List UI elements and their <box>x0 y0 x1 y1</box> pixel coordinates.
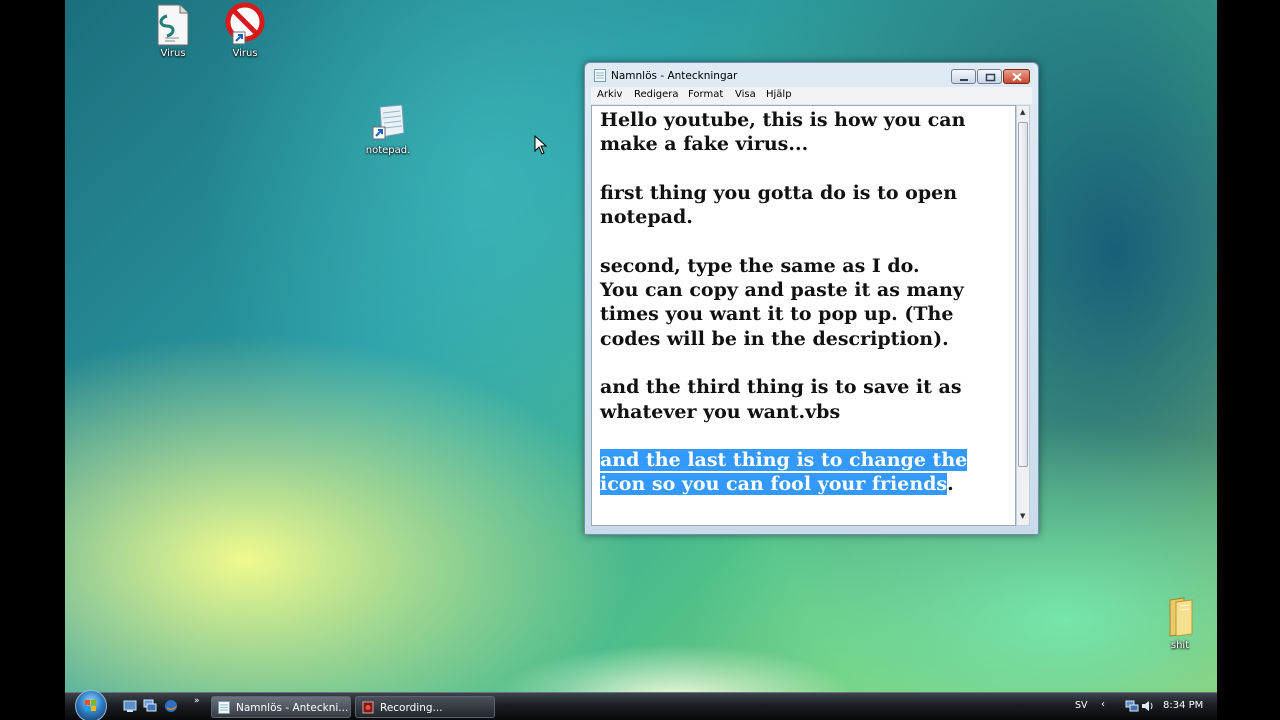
text-line: Hello youtube, this is how you can <box>600 109 966 131</box>
scrollbar-thumb[interactable] <box>1018 122 1028 467</box>
taskbar-button-notepad[interactable]: Namnlös - Anteckni... <box>211 696 351 718</box>
notepad-icon <box>218 701 230 714</box>
text-line: first thing you gotta do is to open <box>600 181 958 204</box>
network-icon[interactable] <box>1125 699 1139 713</box>
desktop-icon-virus-shortcut[interactable]: Virus <box>210 2 280 59</box>
text-line: codes will be in the description). <box>600 327 949 350</box>
desktop-icon-notepad-shortcut[interactable]: notepad. <box>353 103 423 156</box>
window-title: Namnlös - Anteckningar <box>611 70 738 82</box>
text-line: make a fake virus... <box>600 133 809 156</box>
selected-text: and the last thing is to change the <box>600 449 968 472</box>
close-button[interactable] <box>1003 69 1030 84</box>
scroll-up-icon[interactable]: ▲ <box>1020 108 1025 116</box>
desktop-icon-label: Virus <box>160 48 186 59</box>
scroll-down-icon[interactable]: ▼ <box>1020 512 1025 520</box>
maximize-button[interactable] <box>977 69 1002 84</box>
notepad-shortcut-icon <box>372 104 405 140</box>
menu-arkiv[interactable]: Arkiv <box>597 89 622 100</box>
folder-icon <box>1169 597 1193 637</box>
recording-icon <box>362 701 374 714</box>
clock[interactable]: 8:34 PM <box>1163 700 1203 711</box>
show-desktop-icon[interactable] <box>123 699 137 713</box>
selected-text: icon so you can fool your friends <box>600 473 948 496</box>
maximize-icon <box>985 73 996 82</box>
close-icon <box>1012 72 1022 82</box>
desktop-icon-label: notepad. <box>365 145 411 156</box>
taskbar-button-label: Namnlös - Anteckni... <box>236 702 349 714</box>
screen: Virus Virus notepad. shit Namnlös - Ante… <box>0 0 1280 720</box>
menu-redigera[interactable]: Redigera <box>634 89 679 100</box>
text-line: second, type the same as I do. <box>600 254 920 277</box>
editor-text: Hello youtube, this is how you can make … <box>600 108 1010 497</box>
trailing-text: . <box>947 473 954 496</box>
start-button[interactable] <box>75 690 107 720</box>
quick-launch-overflow-icon[interactable]: » <box>194 696 200 706</box>
notepad-window[interactable]: Namnlös - Anteckningar Arkiv Redigera Fo… <box>584 62 1039 535</box>
menu-format[interactable]: Format <box>688 89 723 100</box>
text-line: times you want it to pop up. (The <box>600 303 954 326</box>
text-line: notepad. <box>600 206 693 229</box>
minimize-icon <box>960 79 968 81</box>
volume-icon[interactable] <box>1141 699 1155 713</box>
text-line: and the third thing is to save it as <box>600 376 962 399</box>
desktop-icon-label: shit <box>1170 640 1190 651</box>
menu-bar: Arkiv Redigera Format Visa Hjälp <box>591 87 1032 104</box>
vertical-scrollbar[interactable]: ▲ ▼ <box>1016 105 1030 526</box>
title-bar[interactable]: Namnlös - Anteckningar <box>585 63 1038 87</box>
firefox-icon[interactable] <box>164 699 178 713</box>
show-hidden-icons-icon[interactable]: ‹ <box>1101 699 1105 710</box>
text-line: whatever you want.vbs <box>600 400 841 423</box>
desktop-icon-label: Virus <box>232 48 258 59</box>
text-editor[interactable]: Hello youtube, this is how you can make … <box>591 105 1016 526</box>
language-indicator[interactable]: SV <box>1075 700 1088 711</box>
mouse-cursor-icon <box>534 135 548 155</box>
script-file-icon <box>157 4 189 46</box>
windows-logo-icon <box>85 700 96 711</box>
taskbar: » Namnlös - Anteckni... Recording... SV … <box>65 690 1217 720</box>
no-sign-shortcut-icon <box>225 2 265 45</box>
text-line: You can copy and paste it as many <box>600 279 964 302</box>
taskbar-button-label: Recording... <box>380 702 443 714</box>
desktop-icon-virus-script[interactable]: Virus <box>138 4 208 59</box>
switch-windows-icon[interactable] <box>143 699 157 713</box>
minimize-button[interactable] <box>951 69 976 84</box>
notepad-icon <box>594 69 606 82</box>
taskbar-button-recording[interactable]: Recording... <box>355 696 495 718</box>
desktop-icon-folder[interactable]: shit <box>1145 596 1215 651</box>
menu-visa[interactable]: Visa <box>735 89 756 100</box>
menu-hjalp[interactable]: Hjälp <box>766 89 792 100</box>
